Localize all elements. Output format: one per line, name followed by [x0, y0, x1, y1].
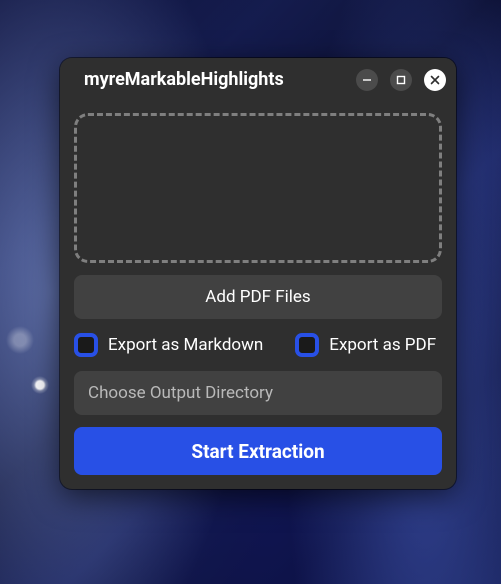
pdf-drop-zone[interactable] — [74, 113, 442, 263]
export-pdf-label: Export as PDF — [329, 335, 436, 355]
close-button[interactable] — [424, 69, 446, 91]
start-extraction-button[interactable]: Start Extraction — [74, 427, 442, 475]
window-title: myreMarkableHighlights — [84, 69, 356, 90]
minimize-button[interactable] — [356, 69, 378, 91]
export-markdown-label: Export as Markdown — [108, 335, 263, 355]
export-pdf-checkbox[interactable] — [295, 333, 319, 357]
export-options-row: Export as Markdown Export as PDF — [74, 331, 442, 359]
close-icon — [430, 75, 440, 85]
export-markdown-checkbox[interactable] — [74, 333, 98, 357]
window-controls — [356, 69, 446, 91]
add-pdf-button[interactable]: Add PDF Files — [74, 275, 442, 319]
maximize-button[interactable] — [390, 69, 412, 91]
title-bar[interactable]: myreMarkableHighlights — [60, 58, 456, 101]
minimize-icon — [362, 75, 372, 85]
window-content: Add PDF Files Export as Markdown Export … — [60, 101, 456, 489]
output-directory-input[interactable] — [74, 371, 442, 415]
app-window: myreMarkableHighlights Add PDF Files Exp… — [60, 58, 456, 489]
maximize-icon — [396, 75, 406, 85]
